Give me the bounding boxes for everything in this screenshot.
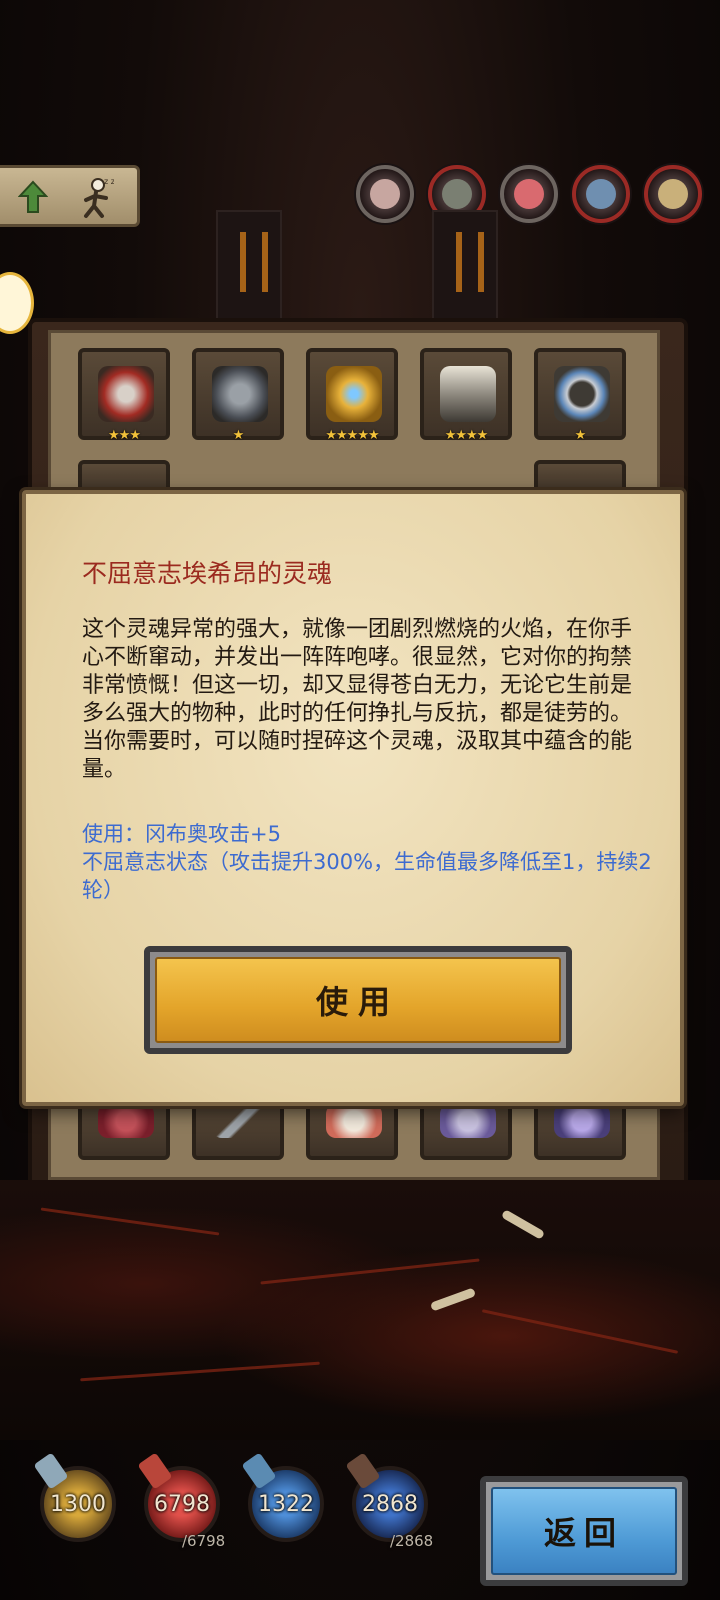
magic-stat[interactable]: 1322 (241, 1452, 324, 1542)
item-effect: 使用：冈布奥攻击+5 不屈意志状态（攻击提升300%，生命值最多降低至1，持续2… (82, 820, 652, 904)
bone-icon (429, 1287, 477, 1312)
effect-line: 使用：冈布奥攻击+5 (82, 822, 281, 846)
back-button-label: 返回 (491, 1487, 677, 1575)
purple-creature-icon (554, 1104, 610, 1138)
inventory-slot[interactable]: ★★★★ (420, 348, 512, 443)
inventory-slot[interactable]: ★★★★★ (306, 348, 398, 443)
inventory-slot[interactable] (420, 1100, 512, 1160)
heart-potion-icon (137, 1452, 173, 1490)
floor-up-panel[interactable]: z z (0, 165, 140, 227)
creature-icon (326, 1104, 382, 1138)
inventory-slot[interactable] (306, 1100, 398, 1160)
rune-icon (456, 232, 484, 292)
mp-value: 2868 (362, 1492, 418, 1517)
attack-stat[interactable]: 1300 (33, 1452, 116, 1542)
hp-stat[interactable]: 6798 /6798 (137, 1452, 225, 1550)
game-scene: z z ★★★ ★ ★★★★★ ★★★★ ★ 不屈意志埃希昂的灵魂 这个灵魂异常… (0, 0, 720, 1600)
use-button[interactable]: 使用 (144, 946, 572, 1054)
red-monster-icon (514, 179, 544, 209)
inventory-slot[interactable]: ★ (534, 348, 626, 443)
sword-icon (33, 1452, 69, 1490)
yellow-monster-icon (658, 179, 688, 209)
bone-icon (500, 1209, 546, 1240)
monster-token-1[interactable] (356, 165, 414, 223)
ring-icon (554, 366, 610, 422)
item-stars: ★ (574, 428, 587, 443)
mp-stat[interactable]: 2868 /2868 (345, 1452, 433, 1550)
hp-max: /6798 (182, 1532, 226, 1550)
pink-monster-icon (370, 179, 400, 209)
monster-token-4[interactable] (572, 165, 630, 223)
inventory-slot[interactable]: ★ (192, 348, 284, 443)
monster-token-5[interactable] (644, 165, 702, 223)
item-stars: ★ (232, 428, 245, 443)
hp-value: 6798 (154, 1492, 210, 1517)
mp-max: /2868 (390, 1532, 434, 1550)
inventory-slot[interactable] (192, 1100, 284, 1160)
item-stars: ★★★★ (444, 428, 489, 443)
svg-text:z z: z z (104, 177, 114, 186)
lava-floor (0, 1180, 720, 1440)
pillar-left (216, 210, 282, 324)
bracer-icon (98, 366, 154, 422)
use-button-label: 使用 (155, 957, 561, 1043)
running-man-icon: z z (84, 177, 114, 218)
meat-icon (98, 1104, 154, 1138)
inventory-slot[interactable] (78, 1100, 170, 1160)
horned-helmet-icon (326, 366, 382, 422)
inventory-slot[interactable]: ★★★ (78, 348, 170, 443)
item-stars: ★★★★★ (325, 428, 379, 443)
back-button[interactable]: 返回 (480, 1476, 688, 1586)
knight-monster-icon (442, 179, 472, 209)
chest-icon (440, 366, 496, 422)
rune-icon (240, 232, 268, 292)
up-arrow-icon (18, 180, 48, 213)
staff-icon (241, 1452, 277, 1490)
pillar-right (432, 210, 498, 324)
mana-potion-icon (345, 1452, 381, 1490)
magic-value: 1322 (258, 1492, 314, 1517)
item-title: 不屈意志埃希昂的灵魂 (82, 559, 333, 588)
attack-value: 1300 (50, 1492, 106, 1517)
monster-tokens (356, 165, 702, 223)
monster-token-3[interactable] (500, 165, 558, 223)
winged-creature-icon (440, 1104, 496, 1138)
item-description: 这个灵魂异常的强大，就像一团剧烈燃烧的火焰，在你手心不断窜动，并发出一阵阵咆哮。… (82, 617, 633, 782)
soul-info-dialog: 不屈意志埃希昂的灵魂 这个灵魂异常的强大，就像一团剧烈燃烧的火焰，在你手心不断窜… (22, 490, 684, 1106)
inventory-slot[interactable] (534, 1100, 626, 1160)
effect-line: 不屈意志状态（攻击提升300%，生命值最多降低至1，持续2轮） (82, 850, 652, 902)
spear-icon (212, 1104, 268, 1138)
armor-icon (212, 366, 268, 422)
blue-monster-icon (586, 179, 616, 209)
item-stars: ★★★ (108, 428, 141, 443)
